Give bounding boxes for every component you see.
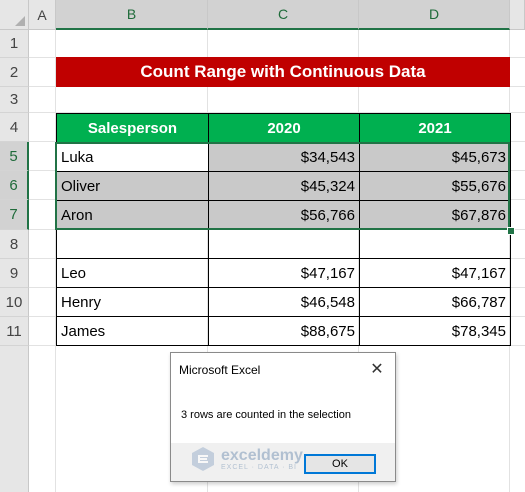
cell-2021[interactable]: $66,787	[359, 287, 511, 317]
cell-name[interactable]: Luka	[56, 142, 209, 172]
row-header-7[interactable]: 7	[0, 200, 29, 230]
cell-2020[interactable]: $47,167	[208, 258, 360, 288]
watermark-tagline: EXCEL · DATA · BI	[221, 463, 297, 471]
header-2021[interactable]: 2021	[359, 113, 511, 143]
row-header-3[interactable]: 3	[0, 87, 29, 113]
cell-2021[interactable]: $67,876	[359, 200, 511, 230]
cell-name[interactable]: Leo	[56, 258, 209, 288]
cell-name[interactable]	[56, 229, 209, 259]
row-header-9[interactable]: 9	[0, 259, 29, 288]
row-header-1[interactable]: 1	[0, 30, 29, 58]
ok-button[interactable]: OK	[304, 454, 376, 474]
cell-2021[interactable]: $47,167	[359, 258, 511, 288]
cell-2020[interactable]: $46,548	[208, 287, 360, 317]
cell-name[interactable]: Oliver	[56, 171, 209, 201]
cell-2020[interactable]: $56,766	[208, 200, 360, 230]
row-header-6[interactable]: 6	[0, 171, 29, 200]
table-row: James $88,675 $78,345	[56, 316, 511, 346]
column-header-a[interactable]: A	[29, 0, 56, 30]
dialog-title: Microsoft Excel	[179, 363, 261, 377]
row-header-4[interactable]: 4	[0, 113, 29, 142]
cell-2020[interactable]: $45,324	[208, 171, 360, 201]
exceldemy-watermark: exceldemy EXCEL · DATA · BI	[189, 445, 303, 473]
cell-2021[interactable]: $45,673	[359, 142, 511, 172]
table-row: Aron $56,766 $67,876	[56, 200, 511, 230]
cell-2021[interactable]	[359, 229, 511, 259]
select-all-corner[interactable]	[0, 0, 29, 30]
sheet-title[interactable]: Count Range with Continuous Data	[56, 57, 510, 87]
row-header-5[interactable]: 5	[0, 142, 29, 171]
exceldemy-logo-icon	[192, 447, 214, 471]
column-header-e[interactable]	[510, 0, 525, 30]
table-row: Leo $47,167 $47,167	[56, 258, 511, 288]
table-row: Luka $34,543 $45,673	[56, 142, 511, 172]
header-2020[interactable]: 2020	[208, 113, 360, 143]
row-header-empty	[0, 346, 29, 492]
cell-2020[interactable]	[208, 229, 360, 259]
sales-table: Salesperson 2020 2021 Luka $34,543 $45,6…	[56, 113, 511, 346]
message-dialog: Microsoft Excel ✕ 3 rows are counted in …	[170, 352, 396, 482]
table-row: Henry $46,548 $66,787	[56, 287, 511, 317]
column-header-d[interactable]: D	[359, 0, 510, 30]
row-header-11[interactable]: 11	[0, 317, 29, 346]
cell-2020[interactable]: $34,543	[208, 142, 360, 172]
watermark-brand: exceldemy	[221, 446, 303, 464]
close-icon[interactable]: ✕	[367, 359, 387, 379]
dialog-message: 3 rows are counted in the selection	[181, 409, 351, 421]
column-header-b[interactable]: B	[56, 0, 208, 30]
table-row: Oliver $45,324 $55,676	[56, 171, 511, 201]
cell-name[interactable]: Aron	[56, 200, 209, 230]
cell-name[interactable]: James	[56, 316, 209, 346]
header-salesperson[interactable]: Salesperson	[56, 113, 209, 143]
cell-name[interactable]: Henry	[56, 287, 209, 317]
column-header-c[interactable]: C	[208, 0, 359, 30]
table-header-row: Salesperson 2020 2021	[56, 113, 511, 143]
cell-2021[interactable]: $55,676	[359, 171, 511, 201]
cell-2020[interactable]: $88,675	[208, 316, 360, 346]
row-header-10[interactable]: 10	[0, 288, 29, 317]
row-header-8[interactable]: 8	[0, 230, 29, 259]
cell-2021[interactable]: $78,345	[359, 316, 511, 346]
fill-handle[interactable]	[507, 227, 515, 235]
row-header-2[interactable]: 2	[0, 58, 29, 87]
table-row	[56, 229, 511, 259]
